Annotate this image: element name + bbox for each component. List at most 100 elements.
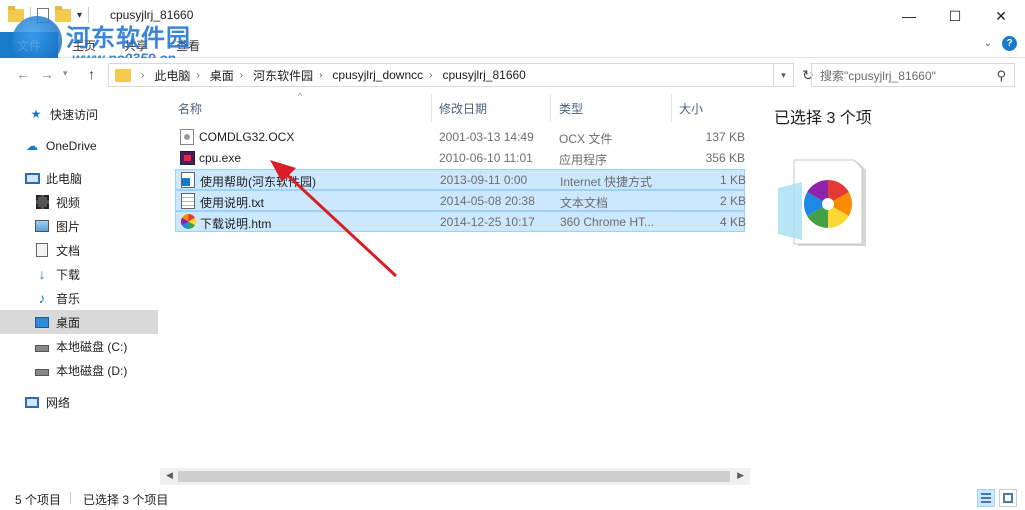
search-placeholder: 搜索"cpusyjlrj_81660": [820, 68, 936, 83]
music-icon: ♪: [38, 290, 46, 306]
breadcrumb-current[interactable]: cpusyjlrj_81660: [442, 68, 525, 82]
column-header-name[interactable]: 名称: [178, 94, 202, 122]
address-folder-icon: [115, 68, 131, 82]
sidebar-item-videos[interactable]: 视频: [0, 190, 158, 214]
sidebar-item-label: 文档: [56, 243, 81, 258]
horizontal-scrollbar[interactable]: ◀ ▶: [160, 468, 750, 485]
file-size: 137 KB: [705, 130, 745, 144]
file-size: 356 KB: [705, 151, 745, 165]
file-name: COMDLG32.OCX: [199, 130, 295, 144]
file-type: OCX 文件: [559, 132, 613, 146]
file-list: ^ 名称 修改日期 类型 大小 COMDLG32.OCX 2001-03-13 …: [160, 91, 750, 486]
folder-icon: [8, 5, 24, 22]
large-icons-view-icon[interactable]: [999, 489, 1017, 507]
file-date: 2010-06-10 11:01: [439, 151, 533, 165]
star-icon: ★: [30, 107, 42, 121]
minimize-button[interactable]: —: [886, 0, 932, 32]
scroll-right-icon[interactable]: ▶: [737, 470, 744, 481]
sidebar-item-drive-c[interactable]: 本地磁盘 (C:): [0, 334, 158, 358]
sidebar-item-label: 音乐: [56, 291, 81, 306]
search-input[interactable]: 搜索"cpusyjlrj_81660" ⚲: [811, 63, 1015, 87]
tab-file[interactable]: 文件: [0, 32, 58, 58]
new-folder-icon[interactable]: [55, 5, 71, 22]
customize-toolbar-icon[interactable]: ▾: [77, 10, 82, 21]
sidebar-item-music[interactable]: ♪ 音乐: [0, 286, 158, 310]
details-pane: 已选择 3 个项: [760, 94, 1025, 486]
chevron-right-icon[interactable]: ›: [196, 70, 199, 81]
download-icon: ↓: [38, 266, 46, 282]
file-type: Internet 快捷方式: [560, 175, 653, 189]
maximize-button[interactable]: ☐: [932, 0, 978, 32]
column-divider[interactable]: [671, 94, 672, 122]
preview-thumbnail: [778, 158, 868, 250]
picture-icon: [34, 218, 50, 234]
expand-ribbon-icon[interactable]: ⌄: [984, 38, 992, 49]
column-header-type[interactable]: 类型: [559, 94, 583, 122]
breadcrumb-this-pc[interactable]: 此电脑: [154, 67, 190, 84]
chevron-right-icon[interactable]: ›: [141, 70, 144, 81]
search-icon: ⚲: [996, 68, 1006, 83]
column-header-size[interactable]: 大小: [679, 94, 703, 122]
details-view-icon[interactable]: [977, 489, 995, 507]
forward-icon[interactable]: →: [40, 66, 54, 82]
address-bar[interactable]: › 此电脑 › 桌面 › 河东软件园 › cpusyjlrj_downcc › …: [108, 63, 774, 87]
column-divider[interactable]: [550, 94, 551, 122]
file-row[interactable]: COMDLG32.OCX 2001-03-13 14:49 OCX 文件 137…: [175, 127, 745, 148]
ocx-file-icon: [180, 129, 194, 145]
file-name: 下载说明.htm: [200, 217, 272, 231]
sidebar-item-this-pc[interactable]: 此电脑: [0, 166, 158, 190]
recent-locations-icon[interactable]: ▾: [63, 68, 68, 79]
scroll-left-icon[interactable]: ◀: [166, 470, 173, 481]
up-icon[interactable]: ↑: [88, 66, 95, 82]
file-name: cpu.exe: [199, 151, 242, 165]
column-header-date[interactable]: 修改日期: [439, 94, 487, 122]
back-icon[interactable]: ←: [16, 66, 30, 82]
file-row[interactable]: 使用说明.txt 2014-05-08 20:38 文本文档 2 KB: [175, 190, 746, 211]
item-count: 5 个项目: [15, 493, 62, 507]
sidebar-item-network[interactable]: 网络: [0, 390, 158, 414]
video-icon: [34, 194, 50, 210]
title-bar: ▾ cpusyjlrj_81660 — ☐ ✕: [0, 0, 1025, 32]
sidebar-item-quick-access[interactable]: ★ 快速访问: [0, 102, 158, 126]
document-icon: [34, 242, 50, 258]
tab-view[interactable]: 查看: [176, 37, 200, 54]
file-name: 使用说明.txt: [200, 196, 265, 210]
text-file-icon: [181, 193, 195, 209]
file-size: 4 KB: [719, 215, 746, 229]
sidebar-item-documents[interactable]: 文档: [0, 238, 158, 262]
help-icon[interactable]: ?: [1002, 36, 1017, 51]
chevron-right-icon[interactable]: ›: [429, 70, 432, 81]
file-row[interactable]: 下载说明.htm 2014-12-25 10:17 360 Chrome HT.…: [175, 211, 746, 232]
chevron-right-icon[interactable]: ›: [240, 70, 243, 81]
breadcrumb-desktop[interactable]: 桌面: [210, 67, 234, 84]
file-name: 使用帮助(河东软件园): [200, 175, 316, 189]
separator: [88, 7, 90, 23]
sidebar-item-desktop[interactable]: 桌面: [0, 310, 158, 334]
sidebar-item-label: 图片: [56, 219, 81, 234]
tab-home[interactable]: 主页: [72, 37, 96, 54]
file-type: 360 Chrome HT...: [560, 215, 655, 229]
sidebar-item-downloads[interactable]: ↓ 下载: [0, 262, 158, 286]
breadcrumb-hedong[interactable]: 河东软件园: [253, 67, 313, 84]
sidebar-item-drive-d[interactable]: 本地磁盘 (D:): [0, 358, 158, 382]
sidebar-item-label: 视频: [56, 195, 81, 210]
ribbon-controls: ⌄ ?: [984, 36, 1017, 51]
tab-share[interactable]: 共享: [124, 37, 148, 54]
column-divider[interactable]: [431, 94, 432, 122]
address-dropdown-icon[interactable]: ▾: [774, 63, 794, 87]
breadcrumb-downcc[interactable]: cpusyjlrj_downcc: [332, 68, 423, 82]
sidebar-item-onedrive[interactable]: ☁ OneDrive: [0, 134, 158, 158]
separator: [70, 492, 71, 504]
properties-icon[interactable]: [37, 7, 49, 23]
chevron-right-icon[interactable]: ›: [319, 70, 322, 81]
computer-icon: [24, 170, 40, 186]
file-row[interactable]: cpu.exe 2010-06-10 11:01 应用程序 356 KB: [175, 148, 745, 169]
file-type: 文本文档: [560, 196, 609, 210]
sidebar-item-label: 网络: [46, 395, 71, 410]
scrollbar-thumb[interactable]: [178, 471, 730, 482]
sidebar-item-pictures[interactable]: 图片: [0, 214, 158, 238]
file-row[interactable]: 使用帮助(河东软件园) 2013-09-11 0:00 Internet 快捷方…: [175, 169, 746, 190]
sort-ascending-icon: ^: [298, 91, 303, 101]
close-button[interactable]: ✕: [978, 0, 1024, 32]
desktop-icon: [34, 314, 50, 330]
